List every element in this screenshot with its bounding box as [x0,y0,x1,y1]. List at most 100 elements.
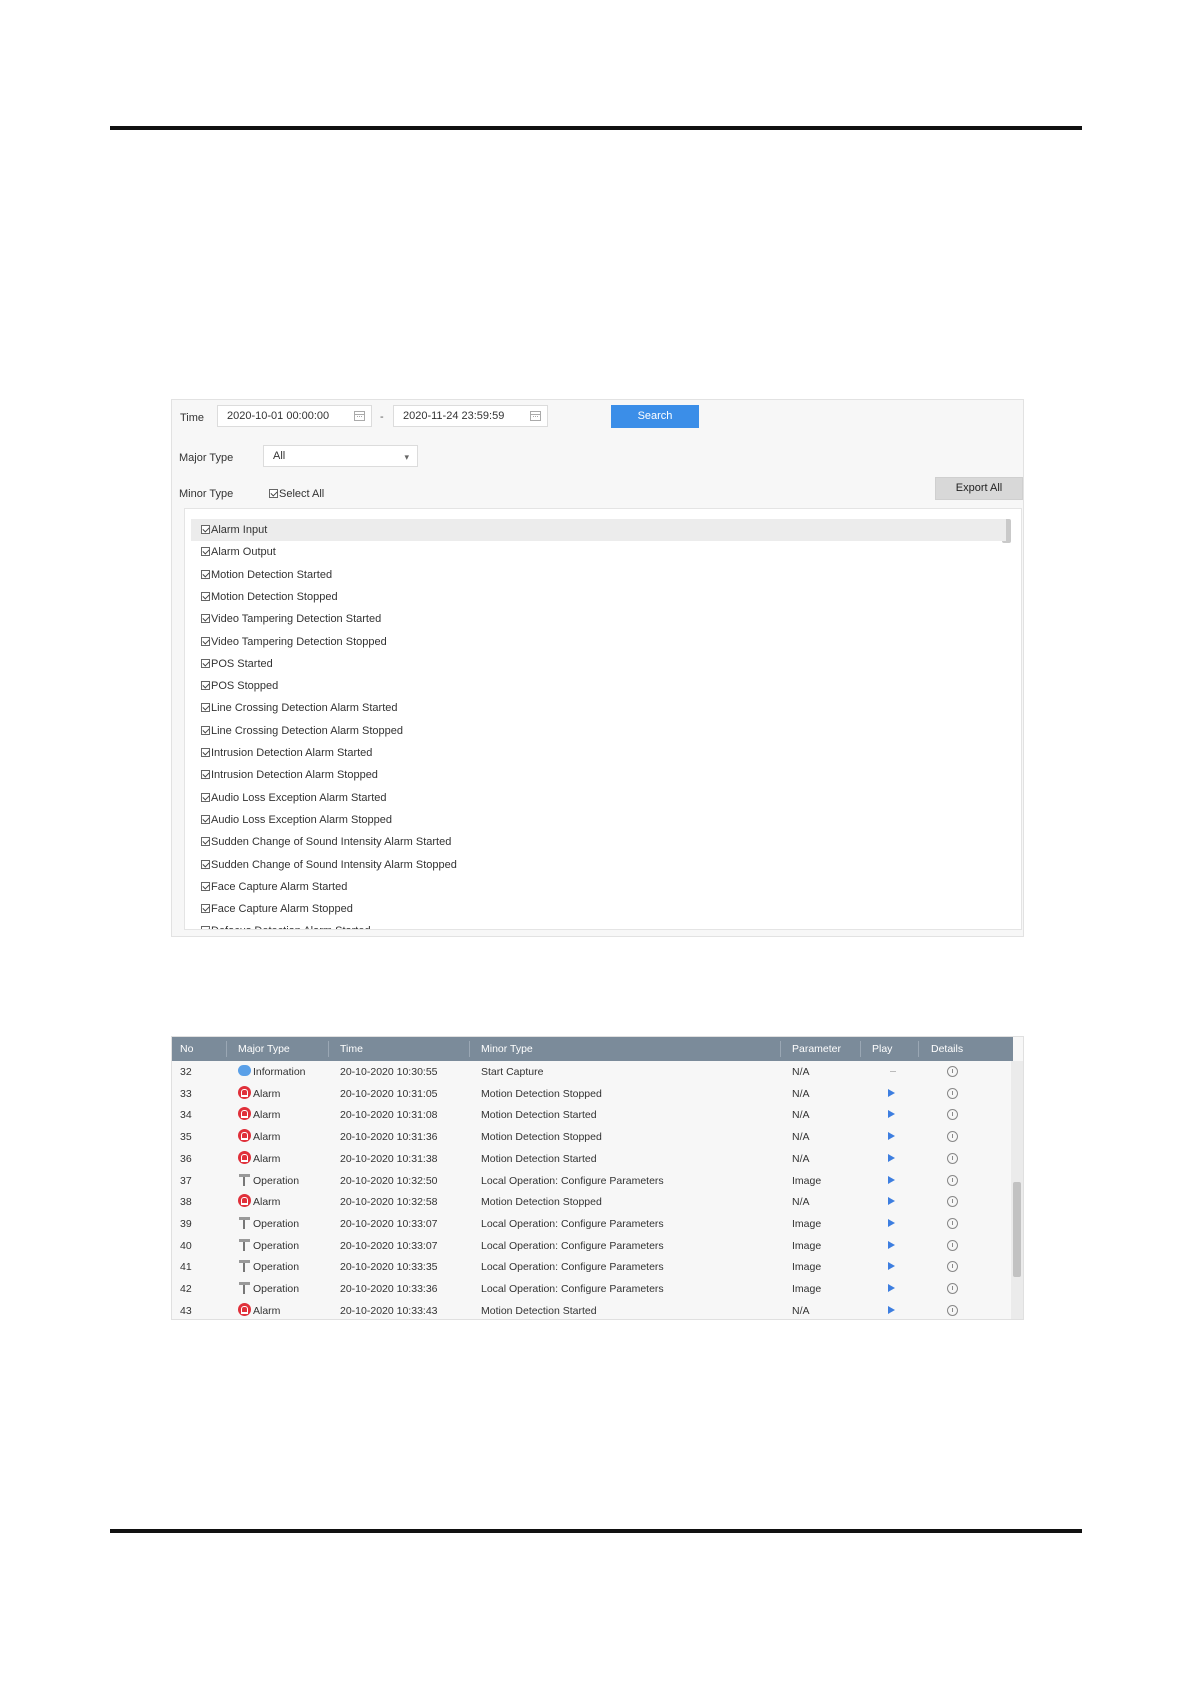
table-row[interactable]: 39 Operation 20-10-2020 10:33:07 Local Oper… [172,1213,1013,1235]
checkbox-checked-icon[interactable] [201,926,210,929]
play-icon[interactable] [888,1240,895,1249]
checkbox-checked-icon[interactable] [201,591,210,601]
checkbox-checked-icon[interactable] [201,614,210,624]
play-icon[interactable] [888,1110,895,1119]
minor-type-item[interactable]: Alarm Output [191,541,1006,563]
minor-type-item[interactable]: Alarm Input [191,519,1006,541]
table-row[interactable]: 42 Operation 20-10-2020 10:33:36 Local Oper… [172,1278,1013,1300]
play-icon[interactable] [888,1218,895,1227]
start-time-field[interactable]: 2020-10-01 00:00:00 [217,405,372,427]
column-divider [860,1041,861,1057]
checkbox-checked-icon[interactable] [201,703,210,713]
checkbox-checked-icon[interactable] [201,681,210,691]
table-row[interactable]: 34 Alarm 20-10-2020 10:31:08 Motion Detecti… [172,1104,1013,1126]
checkbox-checked-icon[interactable] [201,904,210,914]
minor-type-item[interactable]: Face Capture Alarm Stopped [191,898,1006,920]
column-header-major[interactable]: Major Type [238,1037,290,1061]
alarm-icon [238,1107,251,1121]
play-icon[interactable] [888,1132,895,1141]
minor-type-item[interactable]: Video Tampering Detection Stopped [191,631,1006,653]
cell-details [947,1300,958,1319]
minor-type-item[interactable]: Intrusion Detection Alarm Started [191,742,1006,764]
table-row[interactable]: 37 Operation 20-10-2020 10:32:50 Local Oper… [172,1170,1013,1192]
checkbox-checked-icon[interactable] [201,547,210,557]
details-icon[interactable] [947,1131,958,1143]
details-icon[interactable] [947,1304,958,1316]
column-header-minor[interactable]: Minor Type [481,1037,533,1061]
column-header-play[interactable]: Play [872,1037,892,1061]
minor-type-item[interactable]: Sudden Change of Sound Intensity Alarm S… [191,854,1006,876]
column-header-param[interactable]: Parameter [792,1037,841,1061]
details-icon[interactable] [947,1066,958,1077]
table-scrollbar-thumb[interactable] [1013,1182,1021,1277]
minor-type-item[interactable]: Video Tampering Detection Started [191,608,1006,630]
play-icon[interactable] [888,1284,895,1292]
export-all-button[interactable]: Export All [935,477,1023,500]
minor-type-item[interactable]: POS Started [191,653,1006,675]
checkbox-checked-icon[interactable] [201,748,210,757]
checkbox-checked-icon[interactable] [201,814,210,824]
play-icon[interactable] [888,1175,895,1184]
table-row[interactable]: 40 Operation 20-10-2020 10:33:07 Local Oper… [172,1235,1013,1257]
minor-type-item[interactable]: Audio Loss Exception Alarm Stopped [191,809,1006,831]
details-icon[interactable] [947,1196,958,1208]
cell-details [947,1148,958,1170]
checkbox-checked-icon[interactable] [201,658,210,668]
details-icon[interactable] [947,1152,958,1164]
details-icon[interactable] [947,1283,958,1294]
column-header-no[interactable]: No [180,1037,193,1061]
calendar-icon[interactable] [354,411,365,421]
minor-type-item[interactable]: Motion Detection Stopped [191,586,1006,608]
cell-major-type: Operation [238,1278,299,1300]
details-icon[interactable] [947,1174,958,1186]
minor-type-item[interactable]: Defocus Detection Alarm Started [191,920,1006,929]
checkbox-checked-icon[interactable] [201,525,210,534]
checkbox-checked-icon[interactable] [201,569,210,579]
calendar-icon[interactable] [530,411,541,421]
minor-type-item[interactable]: Sudden Change of Sound Intensity Alarm S… [191,831,1006,853]
minor-type-list[interactable]: Alarm Input Alarm Output Motion Detection … [184,508,1022,930]
minor-type-item[interactable]: Line Crossing Detection Alarm Started [191,697,1006,719]
select-all-checkbox[interactable]: Select All [269,488,324,500]
play-icon[interactable] [888,1088,895,1097]
major-type-select[interactable]: All ▾ [263,445,418,467]
details-icon[interactable] [947,1261,958,1273]
table-row[interactable]: 35 Alarm 20-10-2020 10:31:36 Motion Detecti… [172,1126,1013,1148]
details-icon[interactable] [947,1217,958,1229]
play-icon[interactable] [888,1305,895,1314]
checkbox-checked-icon[interactable] [269,489,278,498]
table-row[interactable]: 36 Alarm 20-10-2020 10:31:38 Motion Detecti… [172,1148,1013,1170]
checkbox-checked-icon[interactable] [201,792,210,802]
checkbox-checked-icon[interactable] [201,881,210,891]
minor-type-item[interactable]: Face Capture Alarm Started [191,876,1006,898]
checkbox-checked-icon[interactable] [201,770,210,780]
checkbox-checked-icon[interactable] [201,725,210,735]
table-row[interactable]: 43 Alarm 20-10-2020 10:33:43 Motion Detecti… [172,1300,1013,1319]
details-icon[interactable] [947,1239,958,1251]
checkbox-checked-icon[interactable] [201,636,210,646]
minor-type-item[interactable]: Intrusion Detection Alarm Stopped [191,764,1006,786]
play-icon[interactable] [888,1262,895,1271]
checkbox-checked-icon[interactable] [201,837,210,847]
cell-time: 20-10-2020 10:32:50 [340,1174,438,1187]
play-icon[interactable] [888,1197,895,1206]
details-icon[interactable] [947,1087,958,1099]
checkbox-checked-icon[interactable] [201,859,210,869]
minor-type-item[interactable]: POS Stopped [191,675,1006,697]
details-icon[interactable] [947,1109,958,1121]
cell-play [888,1213,895,1235]
table-row[interactable]: 41 Operation 20-10-2020 10:33:35 Local Oper… [172,1256,1013,1278]
end-time-field[interactable]: 2020-11-24 23:59:59 [393,405,548,427]
major-type-text: Operation [253,1283,300,1295]
table-row[interactable]: 33 Alarm 20-10-2020 10:31:05 Motion Detecti… [172,1083,1013,1105]
column-header-time[interactable]: Time [340,1037,363,1061]
minor-type-item[interactable]: Line Crossing Detection Alarm Stopped [191,720,1006,742]
play-icon[interactable] [888,1153,895,1162]
minor-type-item[interactable]: Motion Detection Started [191,564,1006,586]
minor-type-item[interactable]: Audio Loss Exception Alarm Started [191,787,1006,809]
table-row[interactable]: 38 Alarm 20-10-2020 10:32:58 Motion Detecti… [172,1191,1013,1213]
search-button[interactable]: Search [611,405,699,428]
column-header-details[interactable]: Details [931,1037,963,1061]
table-row[interactable]: 32 Information 20-10-2020 10:30:55 Start Ca… [172,1061,1013,1083]
major-type-text: Operation [253,1239,300,1252]
